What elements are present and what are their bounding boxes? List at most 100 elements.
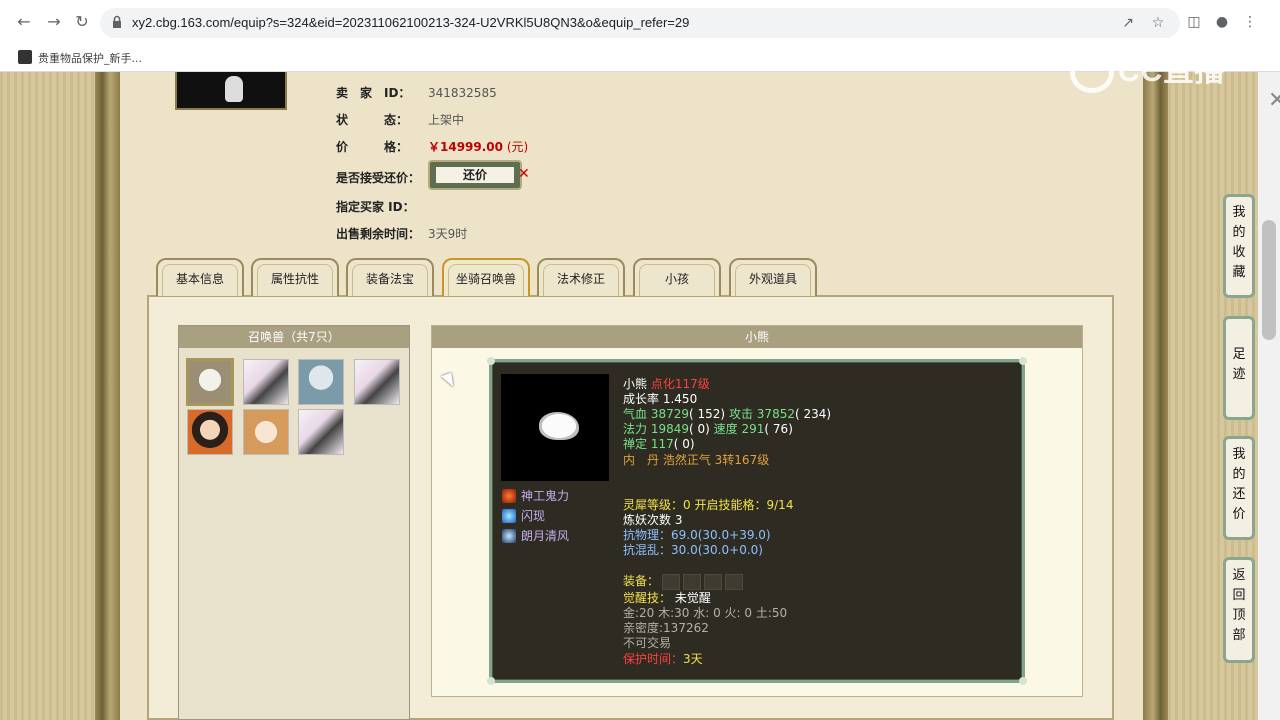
growth-value: 1.450 xyxy=(662,392,698,406)
side-label-char: 部 xyxy=(1232,628,1246,643)
equip-slot[interactable] xyxy=(683,574,701,590)
side-footprint[interactable]: 足迹 xyxy=(1223,316,1255,420)
forward-icon[interactable]: → xyxy=(42,10,66,34)
side-label: 返回顶部 xyxy=(1226,566,1252,646)
tab-basic-info[interactable]: 基本信息 xyxy=(156,258,244,296)
hp-points: ( 152) xyxy=(689,407,726,421)
tab-equipment[interactable]: 装备法宝 xyxy=(346,258,434,296)
protect-value: 3天 xyxy=(683,652,703,666)
side-label-char: 顶 xyxy=(1232,608,1246,623)
pet-portrait xyxy=(501,374,609,481)
stat-label: 抗混乱： xyxy=(623,543,672,557)
awaken-value: 未觉醒 xyxy=(674,591,711,605)
side-label-char: 我 xyxy=(1232,205,1246,220)
mp-value: 19849 xyxy=(650,422,690,436)
role-portrait xyxy=(175,72,287,110)
atk-points: ( 234) xyxy=(794,407,832,421)
time-left-value: 3天9时 xyxy=(428,227,468,241)
close-icon[interactable]: ✕ xyxy=(518,166,530,182)
pet-thumb[interactable] xyxy=(298,359,344,405)
zen-value: 117 xyxy=(650,437,674,451)
counter-offer-label: 还价 xyxy=(436,167,514,183)
inner-core-value: 浩然正气 3转167级 xyxy=(662,453,770,467)
tab-appearance[interactable]: 外观道具 xyxy=(729,258,817,296)
skill-icon[interactable] xyxy=(502,489,516,503)
spirit-row: 灵犀等级：0 开启技能格：9/14 xyxy=(623,498,793,513)
elements-value: 金:20 木:30 水: 0 火: 0 土:50 xyxy=(623,606,788,620)
tab-attributes[interactable]: 属性抗性 xyxy=(251,258,339,296)
time-left-row: 出售剩余时间： 3天9时 xyxy=(336,225,467,243)
counter-offer-button[interactable]: 还价 xyxy=(428,160,522,190)
share-icon[interactable]: ↗ xyxy=(1118,13,1138,33)
cc-ring-icon xyxy=(1070,53,1114,94)
skill-icon[interactable] xyxy=(502,509,516,523)
stat-label: 攻击 xyxy=(728,407,753,421)
stat-label: 觉醒技： xyxy=(623,591,672,605)
pet-thumb[interactable] xyxy=(243,409,289,455)
sidepanel-icon[interactable]: ◫ xyxy=(1184,12,1204,32)
browser-toolbar: ← → ↻ xy2.cbg.163.com/equip?s=324&eid=20… xyxy=(0,0,1280,44)
info-label: 是否接受还价： xyxy=(336,171,421,185)
skill-name[interactable]: 朗月清风 xyxy=(521,529,569,544)
side-label-char: 回 xyxy=(1232,588,1246,603)
resist-chaos-detail: (30.0+0.0) xyxy=(697,543,763,557)
price-unit: (元) xyxy=(506,140,529,154)
back-icon[interactable]: ← xyxy=(12,10,36,34)
price-row: 价 格： ￥14999.00 (元) xyxy=(336,138,528,156)
url-text[interactable]: xy2.cbg.163.com/equip?s=324&eid=20231106… xyxy=(132,15,689,30)
refine-value: 3 xyxy=(674,513,683,527)
designated-buyer-row: 指定买家 ID： xyxy=(336,198,428,216)
side-my-favorites[interactable]: 我的收藏 xyxy=(1223,194,1255,298)
tab-child[interactable]: 小孩 xyxy=(633,258,721,296)
mp-points: ( 0) xyxy=(689,422,710,436)
side-back-to-top[interactable]: 返回顶部 xyxy=(1223,557,1255,663)
address-bar[interactable]: xy2.cbg.163.com/equip?s=324&eid=20231106… xyxy=(100,8,1180,38)
pet-thumb[interactable] xyxy=(354,359,400,405)
scrollbar-thumb[interactable] xyxy=(1262,220,1276,340)
hp-atk-row: 气血 38729( 152) 攻击 37852( 234) xyxy=(623,407,831,422)
bookmark-star-icon[interactable]: ☆ xyxy=(1148,13,1168,33)
left-texture xyxy=(0,72,95,720)
menu-icon[interactable]: ⋮ xyxy=(1240,12,1260,32)
pet-thumb[interactable] xyxy=(187,409,233,455)
profile-icon[interactable]: ● xyxy=(1212,12,1232,32)
awaken-row: 觉醒技： 未觉醒 xyxy=(623,591,711,606)
equip-slot[interactable] xyxy=(662,574,680,590)
pet-thumb[interactable] xyxy=(243,359,289,405)
tab-label: 属性抗性 xyxy=(270,272,319,286)
side-label-char: 返 xyxy=(1232,568,1246,583)
side-label-char: 迹 xyxy=(1232,367,1246,382)
info-label: 指定买家 ID： xyxy=(336,200,415,214)
stat-label: 抗物理： xyxy=(623,528,672,542)
lock-icon xyxy=(113,15,121,28)
skill-name[interactable]: 神工鬼力 xyxy=(521,489,569,504)
tab-label: 坐骑召唤兽 xyxy=(455,272,516,286)
equip-label: 装备： xyxy=(623,574,660,588)
side-label-char: 还 xyxy=(1232,487,1246,502)
zen-points: ( 0) xyxy=(673,437,695,451)
side-label-char: 收 xyxy=(1232,245,1246,260)
pet-detail-header: 小熊 xyxy=(432,326,1082,348)
close-icon[interactable]: ✕ xyxy=(1268,88,1280,113)
skill-icon[interactable] xyxy=(502,529,516,543)
pet-level: 点化117级 xyxy=(650,377,710,391)
stat-label: 保护时间： xyxy=(623,652,684,666)
bookmark-item[interactable]: 贵重物品保护_新手... xyxy=(38,50,142,66)
stat-label: 开启技能格： xyxy=(694,498,767,512)
spd-value: 291 xyxy=(741,422,765,436)
stat-label: 禅定 xyxy=(623,437,648,451)
reload-icon[interactable]: ↻ xyxy=(70,10,94,34)
tab-label: 小孩 xyxy=(664,272,689,286)
equip-slot[interactable] xyxy=(725,574,743,590)
zen-row: 禅定 117( 0) xyxy=(623,437,695,452)
pet-thumb[interactable] xyxy=(298,409,344,455)
hp-value: 38729 xyxy=(650,407,690,421)
equip-slot[interactable] xyxy=(704,574,722,590)
tab-spell-correction[interactable]: 法术修正 xyxy=(537,258,625,296)
tab-mounts-pets[interactable]: 坐骑召唤兽 xyxy=(442,258,530,296)
scrollbar[interactable] xyxy=(1258,72,1280,720)
pet-thumb-polar-bear[interactable] xyxy=(186,358,234,406)
skill-name[interactable]: 闪现 xyxy=(521,509,545,524)
protect-row: 保护时间：3天 xyxy=(623,652,703,667)
side-my-offers[interactable]: 我的还价 xyxy=(1223,436,1255,540)
